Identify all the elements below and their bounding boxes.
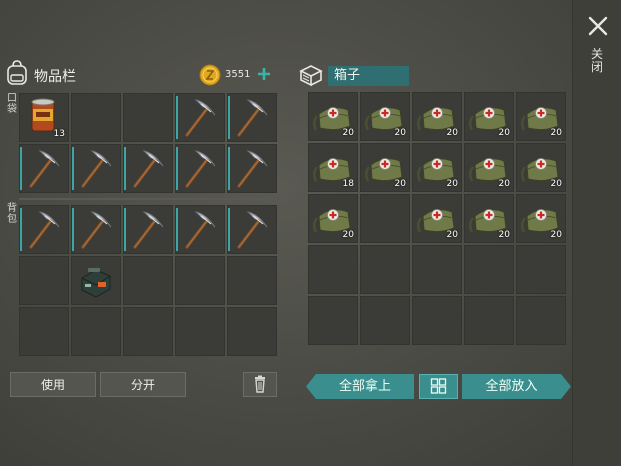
- split-button[interactable]: 分开: [100, 372, 186, 397]
- item-quantity: 20: [342, 230, 354, 240]
- item-quantity: 13: [53, 129, 65, 139]
- item-quantity: 20: [446, 230, 458, 240]
- pocket-slot[interactable]: [227, 144, 277, 193]
- backpack-icon: [7, 60, 27, 85]
- put-all-arrow-icon: [561, 374, 571, 399]
- close-label[interactable]: 关闭: [589, 48, 605, 74]
- pocket-slot[interactable]: [71, 144, 121, 193]
- pocket-section-label: 口袋: [7, 93, 17, 115]
- chest-title: 箱子: [328, 66, 409, 86]
- trash-icon: [255, 375, 265, 393]
- chest-slot[interactable]: [516, 245, 566, 294]
- backpack-slot[interactable]: [175, 307, 225, 356]
- item-quantity: 20: [394, 128, 406, 138]
- backpack-slot[interactable]: [19, 307, 69, 356]
- chest-slot[interactable]: [464, 245, 514, 294]
- chest-slot[interactable]: 20: [464, 92, 514, 141]
- backpack-slot[interactable]: [123, 307, 173, 356]
- coin-icon: [199, 64, 221, 86]
- chest-slot[interactable]: [308, 296, 358, 345]
- pocket-slot[interactable]: [123, 93, 173, 142]
- chest-slot[interactable]: 20: [412, 92, 462, 141]
- chest-slot[interactable]: 20: [360, 92, 410, 141]
- backpack-section-label: 背包: [7, 203, 17, 225]
- backpack-slot[interactable]: [19, 205, 69, 254]
- grid-icon: [430, 378, 447, 394]
- chest-slot[interactable]: 20: [516, 194, 566, 243]
- chest-slot[interactable]: 20: [412, 194, 462, 243]
- backpack-slot[interactable]: [175, 205, 225, 254]
- pocket-slot[interactable]: [71, 93, 121, 142]
- item-quantity: 20: [550, 230, 562, 240]
- pocket-slot[interactable]: [123, 144, 173, 193]
- chest-slot[interactable]: 20: [308, 194, 358, 243]
- item-quantity: 20: [498, 230, 510, 240]
- backpack-slot[interactable]: [71, 256, 121, 305]
- chest-slot[interactable]: 20: [516, 143, 566, 192]
- chest-slot[interactable]: [360, 245, 410, 294]
- chest-slot[interactable]: 18: [308, 143, 358, 192]
- backpack-grid: [19, 205, 277, 356]
- backpack-slot[interactable]: [71, 307, 121, 356]
- chest-slot[interactable]: [360, 194, 410, 243]
- chest-grid: 20 20 20 20 20 18 20 20 20 20 20 20 20 20: [308, 92, 566, 345]
- pocket-slot[interactable]: 13: [19, 93, 69, 142]
- item-quantity: 20: [550, 179, 562, 189]
- backpack-slot[interactable]: [123, 205, 173, 254]
- chest-slot[interactable]: [412, 296, 462, 345]
- add-currency-plus-icon[interactable]: [256, 66, 272, 82]
- currency-amount: 3551: [225, 69, 251, 80]
- pocket-slot[interactable]: [19, 144, 69, 193]
- chest-slot[interactable]: 20: [516, 92, 566, 141]
- item-quantity: 20: [342, 128, 354, 138]
- backpack-slot[interactable]: [227, 256, 277, 305]
- backpack-slot[interactable]: [71, 205, 121, 254]
- inventory-title: 物品栏: [34, 69, 76, 85]
- item-quantity: 20: [498, 179, 510, 189]
- chest-icon: [299, 65, 323, 87]
- item-quantity: 20: [446, 128, 458, 138]
- put-all-button[interactable]: 全部放入: [462, 374, 561, 399]
- pocket-grid: 13: [19, 93, 277, 193]
- chest-slot[interactable]: [308, 245, 358, 294]
- backpack-slot[interactable]: [123, 256, 173, 305]
- pocket-slot[interactable]: [227, 93, 277, 142]
- pocket-slot[interactable]: [175, 93, 225, 142]
- close-icon[interactable]: [586, 14, 610, 38]
- item-quantity: 18: [342, 179, 354, 189]
- chest-slot[interactable]: 20: [412, 143, 462, 192]
- item-quantity: 20: [394, 179, 406, 189]
- take-all-button[interactable]: 全部拿上: [316, 374, 414, 399]
- use-button[interactable]: 使用: [10, 372, 96, 397]
- chest-slot[interactable]: 20: [360, 143, 410, 192]
- chest-slot[interactable]: [412, 245, 462, 294]
- chest-slot[interactable]: 20: [464, 194, 514, 243]
- chest-slot[interactable]: [360, 296, 410, 345]
- trash-button[interactable]: [243, 372, 277, 397]
- item-quantity: 20: [550, 128, 562, 138]
- backpack-slot[interactable]: [227, 307, 277, 356]
- chest-slot[interactable]: 20: [464, 143, 514, 192]
- backpack-slot[interactable]: [19, 256, 69, 305]
- backpack-slot[interactable]: [227, 205, 277, 254]
- item-quantity: 20: [446, 179, 458, 189]
- item-quantity: 20: [498, 128, 510, 138]
- chest-slot[interactable]: 20: [308, 92, 358, 141]
- section-divider: [19, 198, 277, 200]
- chest-slot[interactable]: [516, 296, 566, 345]
- backpack-slot[interactable]: [175, 256, 225, 305]
- take-all-arrow-icon: [306, 374, 316, 399]
- chest-slot[interactable]: [464, 296, 514, 345]
- sort-grid-button[interactable]: [419, 374, 458, 399]
- pocket-slot[interactable]: [175, 144, 225, 193]
